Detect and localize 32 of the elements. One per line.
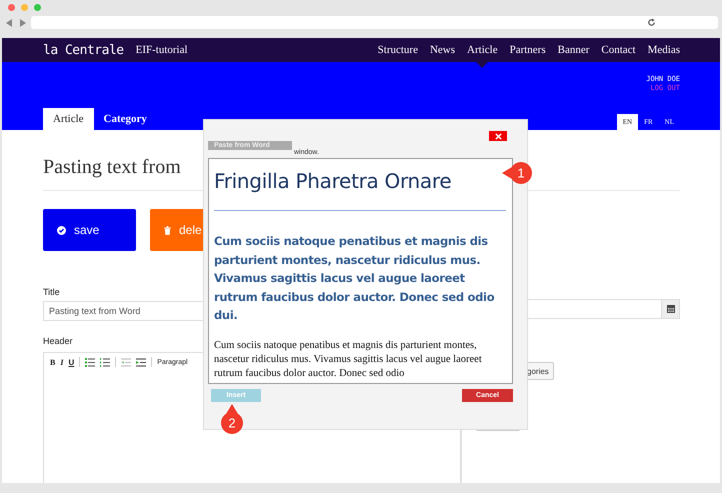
- bold-button[interactable]: B: [50, 358, 56, 366]
- paste-area[interactable]: [208, 158, 513, 384]
- site-subtitle: EIF-tutorial: [136, 44, 188, 56]
- trash-icon: [164, 226, 171, 234]
- nav-link[interactable]: Structure: [378, 38, 418, 68]
- nav-link[interactable]: Medias: [648, 38, 680, 68]
- pasted-heading: Fringilla Pharetra Ornare: [214, 169, 452, 193]
- nav-link[interactable]: Banner: [558, 38, 590, 68]
- field-label: Header: [43, 336, 73, 348]
- nav-link[interactable]: Contact: [601, 38, 636, 68]
- underline-button[interactable]: U: [68, 358, 74, 366]
- nav-link[interactable]: Partners: [510, 38, 546, 68]
- close-button[interactable]: [489, 131, 507, 141]
- bullet-list-icon[interactable]: [85, 358, 96, 366]
- pasted-paragraph: Cum sociis natoque penatibus et magnis dis parturient montes, nascetur ridiculus mus. Vivamus sagittis lacus vel augue laoreet rutrum faucibus dolor auctor. Donec sed odio: [214, 338, 483, 380]
- close-icon: [494, 132, 502, 140]
- check-circle-icon: [57, 226, 66, 234]
- close-window-icon[interactable]: [8, 4, 15, 11]
- indent-icon[interactable]: [136, 358, 146, 366]
- tab[interactable]: Category: [94, 108, 157, 130]
- site-logo[interactable]: la Centrale: [43, 42, 124, 58]
- save-button[interactable]: save: [43, 209, 136, 251]
- calendar-icon: [666, 305, 674, 313]
- field-label: Title: [43, 287, 60, 299]
- nav-link[interactable]: News: [430, 38, 456, 68]
- back-forward-icon[interactable]: [6, 18, 26, 26]
- tab[interactable]: Article: [43, 108, 94, 130]
- page-title: Pasting text from: [43, 156, 181, 180]
- calendar-button[interactable]: [662, 299, 680, 319]
- italic-button[interactable]: I: [60, 358, 64, 366]
- reload-icon[interactable]: [647, 18, 656, 27]
- numbered-list-icon[interactable]: [100, 358, 110, 366]
